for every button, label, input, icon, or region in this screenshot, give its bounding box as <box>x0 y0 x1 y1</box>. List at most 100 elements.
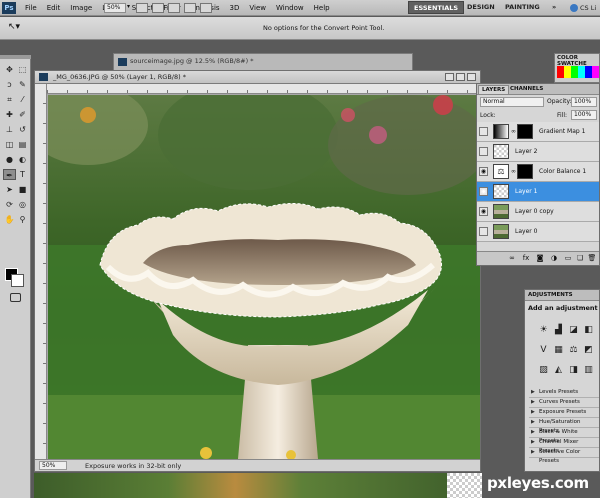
crop-tool-icon[interactable]: ⌗ <box>3 94 16 105</box>
arrange-documents-icon[interactable] <box>184 3 196 13</box>
swatch-magenta[interactable] <box>592 66 599 78</box>
swatch-green[interactable] <box>571 66 578 78</box>
horizontal-ruler[interactable] <box>47 84 480 94</box>
move-tool-icon[interactable]: ✥ <box>3 64 16 75</box>
maximize-icon[interactable] <box>456 73 465 81</box>
chevron-down-icon[interactable]: ▾ <box>127 3 130 10</box>
new-layer-icon[interactable]: ❏ <box>575 254 585 262</box>
link-layers-icon[interactable]: ∞ <box>507 254 517 262</box>
preset-selective-color[interactable]: Selective Color Presets <box>529 448 599 464</box>
hand-tool-icon[interactable]: ✋ <box>3 214 16 225</box>
path-selection-tool-icon[interactable]: ➤ <box>3 184 16 195</box>
layer-row-layer-0-copy[interactable]: ◉ Layer 0 copy <box>477 202 599 222</box>
lasso-tool-icon[interactable]: ↄ <box>3 79 16 90</box>
layer-mask-thumbnail[interactable] <box>517 164 533 179</box>
healing-brush-tool-icon[interactable]: ✚ <box>3 109 16 120</box>
type-tool-icon[interactable]: T <box>16 169 29 180</box>
hand-tool-icon[interactable] <box>136 3 148 13</box>
fill-field[interactable]: 100% <box>571 110 597 120</box>
opacity-field[interactable]: 100% <box>571 97 597 107</box>
3d-rotate-tool-icon[interactable]: ⟳ <box>3 199 16 210</box>
menu-window[interactable]: Window <box>271 0 309 16</box>
menu-file[interactable]: File <box>20 0 42 16</box>
eye-icon[interactable]: ◉ <box>479 167 488 176</box>
image-canvas[interactable] <box>48 95 480 459</box>
exposure-icon[interactable]: ◧ <box>582 324 595 337</box>
menu-3d[interactable]: 3D <box>225 0 245 16</box>
zoom-tool-icon[interactable] <box>152 3 164 13</box>
preset-exposure[interactable]: Exposure Presets <box>529 408 599 418</box>
layer-mask-thumbnail[interactable] <box>517 124 533 139</box>
preset-channel-mixer[interactable]: Channel Mixer Presets <box>529 438 599 454</box>
clone-stamp-tool-icon[interactable]: ⊥ <box>3 124 16 135</box>
layer-row-gradient-map-1[interactable]: ∞ Gradient Map 1 <box>477 122 599 142</box>
invert-icon[interactable]: ◨ <box>567 364 580 377</box>
swatch-red[interactable] <box>557 66 564 78</box>
brightness-contrast-icon[interactable]: ☀ <box>537 324 550 337</box>
quick-mask-icon[interactable] <box>10 293 21 302</box>
levels-icon[interactable]: ▟ <box>552 324 565 337</box>
swatch-yellow[interactable] <box>564 66 571 78</box>
hue-saturation-icon[interactable]: ▦ <box>552 344 565 357</box>
quick-select-tool-icon[interactable]: ✎ <box>16 79 29 90</box>
layer-row-layer-2[interactable]: Layer 2 <box>477 142 599 162</box>
workspace-essentials[interactable]: ESSENTIALS <box>408 1 465 14</box>
blend-mode-select[interactable]: Normal <box>480 97 544 107</box>
background-document-title[interactable]: sourceimage.jpg @ 12.5% (RGB/8#) * <box>130 57 253 65</box>
channel-mixer-icon[interactable]: ◭ <box>552 364 565 377</box>
new-adjustment-layer-icon[interactable]: ◑ <box>549 254 559 262</box>
color-balance-icon[interactable]: ⚖ <box>567 344 580 357</box>
workspace-design[interactable]: DESIGN <box>462 1 500 14</box>
layer-row-color-balance-1[interactable]: ◉ ⚖ ∞ Color Balance 1 <box>477 162 599 182</box>
minimize-icon[interactable] <box>445 73 454 81</box>
eye-icon[interactable]: ◉ <box>479 187 488 196</box>
screen-mode-icon[interactable] <box>200 3 212 13</box>
visibility-toggle[interactable] <box>479 127 488 136</box>
zoom-level-field[interactable]: 50% <box>104 3 126 13</box>
tab-layers[interactable]: LAYERS <box>478 85 510 94</box>
vibrance-icon[interactable]: V <box>537 344 550 357</box>
eyedropper-tool-icon[interactable]: ⁄ <box>16 94 29 105</box>
photo-filter-icon[interactable]: ▨ <box>537 364 550 377</box>
zoom-tool-icon[interactable]: ⚲ <box>16 214 29 225</box>
visibility-toggle[interactable] <box>479 147 488 156</box>
document-titlebar[interactable]: _MG_0636.JPG @ 50% (Layer 1, RGB/8) * <box>35 71 480 84</box>
add-mask-icon[interactable]: ◙ <box>535 254 545 262</box>
layer-row-layer-0[interactable]: Layer 0 <box>477 222 599 242</box>
history-brush-tool-icon[interactable]: ↺ <box>16 124 29 135</box>
trash-icon[interactable]: 🗑 <box>587 254 597 262</box>
status-zoom-field[interactable]: 50% <box>39 461 67 470</box>
eraser-tool-icon[interactable]: ◫ <box>3 139 16 150</box>
cs-live-button[interactable]: CS Li <box>570 1 596 15</box>
blur-tool-icon[interactable]: ● <box>3 154 16 165</box>
status-message[interactable]: Exposure works in 32-bit only <box>85 462 181 470</box>
layer-style-icon[interactable]: fx <box>521 254 531 262</box>
close-icon[interactable] <box>467 73 476 81</box>
swatch-cyan[interactable] <box>578 66 585 78</box>
layer-row-layer-1[interactable]: ◉ Layer 1 <box>477 182 599 202</box>
marquee-tool-icon[interactable]: ⬚ <box>16 64 29 75</box>
new-group-icon[interactable]: ▭ <box>563 254 573 262</box>
tab-channels[interactable]: CHANNELS <box>507 85 546 93</box>
toolbox-grip[interactable] <box>0 55 31 59</box>
dodge-tool-icon[interactable]: ◐ <box>16 154 29 165</box>
gradient-tool-icon[interactable]: ▤ <box>16 139 29 150</box>
shape-tool-icon[interactable]: ■ <box>16 184 29 195</box>
menu-edit[interactable]: Edit <box>42 0 66 16</box>
rotate-view-icon[interactable] <box>168 3 180 13</box>
eye-icon[interactable]: ◉ <box>479 207 488 216</box>
curves-icon[interactable]: ◪ <box>567 324 580 337</box>
posterize-icon[interactable]: ▥ <box>582 364 595 377</box>
tab-adjustments[interactable]: ADJUSTMENTS <box>525 290 599 301</box>
vertical-ruler[interactable] <box>35 84 47 459</box>
brush-tool-icon[interactable]: ✐ <box>16 109 29 120</box>
black-white-icon[interactable]: ◩ <box>582 344 595 357</box>
background-color-swatch[interactable] <box>11 274 24 287</box>
preset-hue-saturation[interactable]: Hue/Saturation Presets <box>529 418 599 434</box>
swatch-blue[interactable] <box>585 66 592 78</box>
menu-view[interactable]: View <box>244 0 271 16</box>
menu-image[interactable]: Image <box>65 0 97 16</box>
preset-curves[interactable]: Curves Presets <box>529 398 599 408</box>
preset-levels[interactable]: Levels Presets <box>529 388 599 398</box>
pen-tool-icon[interactable]: ✒ <box>3 169 16 180</box>
